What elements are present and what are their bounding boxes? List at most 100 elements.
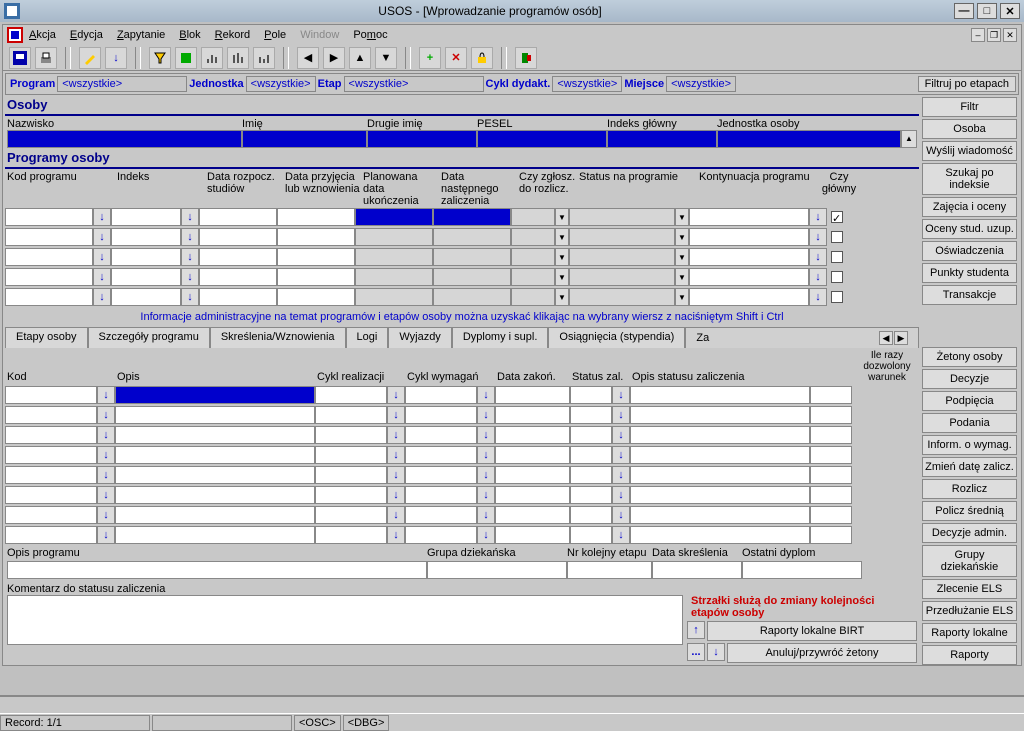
cell-czyz[interactable]: [511, 208, 555, 226]
menu-rekord[interactable]: Rekord: [215, 29, 250, 41]
side-btn-inform-o-wymag-[interactable]: Inform. o wymag.: [922, 435, 1017, 455]
cell-statz[interactable]: [570, 466, 612, 484]
side-btn-punkty-studenta[interactable]: Punkty studenta: [922, 263, 1017, 283]
menu-pole[interactable]: Pole: [264, 29, 286, 41]
menu-blok[interactable]: Blok: [179, 29, 200, 41]
cell-cyklr[interactable]: [315, 446, 387, 464]
cell-etap-opis[interactable]: [115, 406, 315, 424]
dropdown-icon[interactable]: ▼: [675, 248, 689, 266]
cell-kont[interactable]: [689, 228, 809, 246]
cell-cyklw[interactable]: [405, 486, 477, 504]
cell-indeks[interactable]: [111, 268, 181, 286]
chart2-icon[interactable]: [227, 47, 249, 69]
lov-icon[interactable]: ↓: [612, 446, 630, 464]
cell-cyklw[interactable]: [405, 506, 477, 524]
side-btn-raporty[interactable]: Raporty: [922, 645, 1017, 665]
cell-dataz[interactable]: [495, 426, 570, 444]
cell-status[interactable]: [569, 248, 675, 266]
cell-kod[interactable]: [5, 288, 93, 306]
tab-szczeg-y-programu[interactable]: Szczegóły programu: [88, 327, 210, 348]
cell-czyz[interactable]: [511, 228, 555, 246]
lov-icon[interactable]: ↓: [612, 406, 630, 424]
cell-etap-kod[interactable]: [5, 486, 97, 504]
dropdown-icon[interactable]: ▼: [675, 288, 689, 306]
side-btn-zmie-dat-zalicz-[interactable]: Zmień datę zalicz.: [922, 457, 1017, 477]
cell-przyj[interactable]: [277, 248, 355, 266]
cell-etap-kod[interactable]: [5, 426, 97, 444]
scroll-up-icon[interactable]: ▲: [902, 131, 916, 145]
lov-icon[interactable]: ↓: [477, 446, 495, 464]
cell-status[interactable]: [569, 228, 675, 246]
cell-indeks[interactable]: [111, 208, 181, 226]
cell-statz[interactable]: [570, 446, 612, 464]
tab-dyplomy-i-supl-[interactable]: Dyplomy i supl.: [452, 327, 549, 348]
lov-icon[interactable]: ↓: [97, 446, 115, 464]
cell-cyklr[interactable]: [315, 426, 387, 444]
tab-logi[interactable]: Logi: [346, 327, 389, 348]
cell-etap-kod[interactable]: [5, 406, 97, 424]
query-icon[interactable]: [149, 47, 171, 69]
cell-statz[interactable]: [570, 406, 612, 424]
cell-status[interactable]: [569, 268, 675, 286]
lov-icon[interactable]: ↓: [477, 486, 495, 504]
more-button[interactable]: ...: [687, 643, 705, 661]
side-btn-raporty-lokalne[interactable]: Raporty lokalne: [922, 623, 1017, 643]
side-btn-wy-lij-wiadomo-[interactable]: Wyślij wiadomość: [922, 141, 1017, 161]
side-btn-zaj-cia-i-oceny[interactable]: Zajęcia i oceny: [922, 197, 1017, 217]
lov-icon[interactable]: ↓: [477, 466, 495, 484]
cell-statz[interactable]: [570, 506, 612, 524]
chart1-icon[interactable]: [201, 47, 223, 69]
field-opis-programu[interactable]: [7, 561, 427, 579]
mdi-restore-button[interactable]: ❐: [987, 28, 1001, 42]
lov-icon[interactable]: ↓: [809, 288, 827, 306]
cell-opiss[interactable]: [630, 466, 810, 484]
field-ostatni-dyplom[interactable]: [742, 561, 862, 579]
cell-etap-kod[interactable]: [5, 446, 97, 464]
lov-icon[interactable]: ↓: [612, 486, 630, 504]
lov-icon[interactable]: ↓: [477, 406, 495, 424]
cell-statz[interactable]: [570, 386, 612, 404]
lov-icon[interactable]: ↓: [477, 526, 495, 544]
cell-kont[interactable]: [689, 248, 809, 266]
cell-rozp[interactable]: [199, 268, 277, 286]
checkbox-glowny[interactable]: [831, 231, 843, 243]
next-icon[interactable]: ▶: [323, 47, 345, 69]
menu-pomoc[interactable]: Pomoc: [353, 29, 387, 41]
print-icon[interactable]: [35, 47, 57, 69]
cell-etap-kod[interactable]: [5, 526, 97, 544]
cell-warunek[interactable]: [810, 446, 852, 464]
menu-edycja[interactable]: Edycja: [70, 29, 103, 41]
cell-cyklw[interactable]: [405, 406, 477, 424]
move-down-icon[interactable]: ↓: [707, 643, 725, 661]
side-btn-decyzje-admin-[interactable]: Decyzje admin.: [922, 523, 1017, 543]
dropdown-icon[interactable]: ▼: [555, 248, 569, 266]
execute-icon[interactable]: [175, 47, 197, 69]
lov-icon[interactable]: ↓: [93, 208, 111, 226]
field-grupa-dziekanska[interactable]: [427, 561, 567, 579]
cell-etap-opis[interactable]: [115, 486, 315, 504]
lov-icon[interactable]: ↓: [477, 426, 495, 444]
cell-czyz[interactable]: [511, 288, 555, 306]
cell-warunek[interactable]: [810, 506, 852, 524]
dropdown-icon[interactable]: ▼: [555, 288, 569, 306]
cell-czyz[interactable]: [511, 268, 555, 286]
cell-plan[interactable]: [355, 288, 433, 306]
lov-icon[interactable]: ↓: [612, 386, 630, 404]
checkbox-glowny[interactable]: ✓: [831, 211, 843, 223]
menu-akcja[interactable]: AAkcjakcja: [29, 29, 56, 41]
side-btn-grupy-dzieka-skie[interactable]: Grupy dziekańskie: [922, 545, 1017, 577]
lov-icon[interactable]: ↓: [97, 506, 115, 524]
mdi-min-button[interactable]: –: [971, 28, 985, 42]
cell-kont[interactable]: [689, 288, 809, 306]
close-button[interactable]: ✕: [1000, 3, 1020, 19]
side-btn-szukaj-po-indeksie[interactable]: Szukaj po indeksie: [922, 163, 1017, 195]
cell-nast[interactable]: [433, 208, 511, 226]
cell-dataz[interactable]: [495, 406, 570, 424]
lov-icon[interactable]: ↓: [181, 248, 199, 266]
cell-cyklr[interactable]: [315, 466, 387, 484]
lov-icon[interactable]: ↓: [97, 406, 115, 424]
tab-scroll-right[interactable]: ▶: [894, 331, 908, 345]
field-jednostka-osoby[interactable]: [717, 130, 901, 148]
lov-icon[interactable]: ↓: [612, 426, 630, 444]
cell-etap-opis[interactable]: [115, 446, 315, 464]
